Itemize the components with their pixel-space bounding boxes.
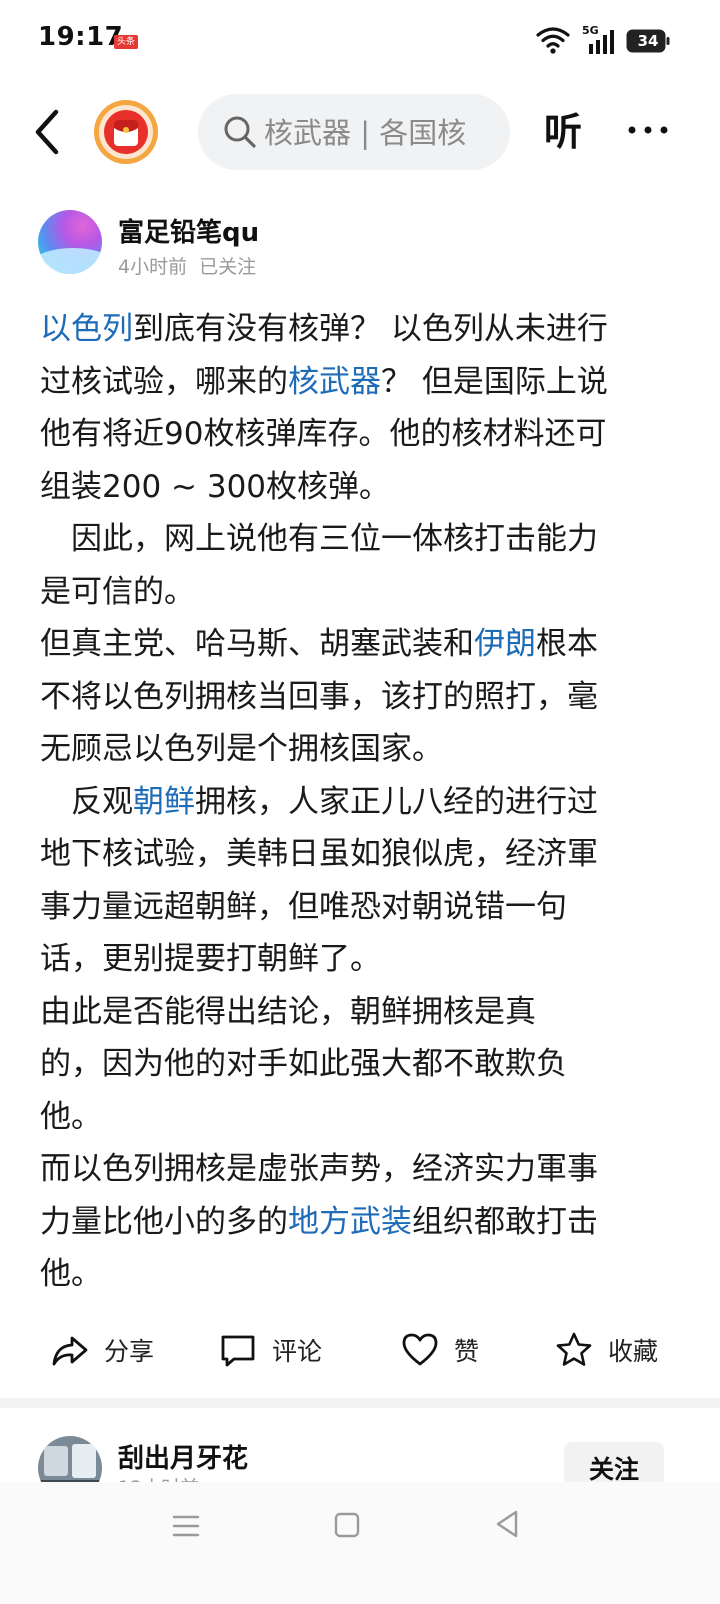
article-line: 力量比他小的多的地方武装组织都敢打击 [40, 1196, 680, 1249]
article-text: 组织都敢打击 [412, 1203, 598, 1240]
article-text: 过核试验，哪来的 [40, 363, 288, 400]
article-text: 无顾忌以色列是个拥核国家。 [40, 731, 443, 767]
listen-button[interactable]: 听 [544, 106, 582, 158]
article-line: 地下核试验，美韩日虽如狼似虎，经济軍 [40, 828, 680, 881]
author-meta: 4小时前 已关注 [118, 252, 268, 279]
article-text: 的，因为他的对手如此强大都不敢欺负 [40, 1046, 567, 1082]
article-text: 地下核试验，美韩日虽如狼似虎，经济軍 [40, 836, 598, 872]
article-line: 但真主党、哈马斯、胡塞武装和伊朗根本 [40, 618, 680, 671]
recent-apps-icon[interactable] [170, 1510, 202, 1542]
system-nav-bar [0, 1482, 720, 1604]
app-logo-icon[interactable] [92, 98, 160, 166]
article-keyword-link[interactable]: 核武器 [288, 364, 381, 400]
article-text: 但真主党、哈马斯、胡塞武装和 [40, 626, 474, 662]
article-text: 由此是否能得出结论，朝鲜拥核是真 [40, 993, 536, 1030]
article-text: 到底有没有核弹？ 以色列从未进行 [133, 311, 608, 347]
article-line: 他有将近90枚核弹库存。他的核材料还可 [40, 408, 680, 461]
article-text: 组装200 ~ 300枚核弹。 [40, 468, 391, 505]
article-line: 他。 [40, 1248, 680, 1301]
post-time: 4小时前 [118, 256, 188, 278]
article-text: 事力量远超朝鲜，但唯恐对朝说错一句 [40, 888, 567, 925]
share-button[interactable]: 分享 [50, 1318, 154, 1382]
article-line: 是可信的。 [40, 566, 680, 619]
like-label: 赞 [454, 1337, 480, 1366]
battery-level: 34 [637, 32, 659, 50]
share-label: 分享 [104, 1337, 155, 1366]
article-text: 因此，网上说他有三位一体核打击能力 [40, 521, 598, 557]
article-line: 话，更别提要打朝鲜了。 [40, 933, 680, 986]
article-text: 力量比他小的多的 [40, 1203, 288, 1240]
article-line: 而以色列拥核是虚张声势，经济实力軍事 [40, 1143, 680, 1196]
article-text: 不将以色列拥核当回事，该打的照打，毫 [40, 678, 598, 715]
home-icon[interactable] [332, 1510, 362, 1540]
article-body: 以色列到底有没有核弹？ 以色列从未进行 过核试验，哪来的核武器？ 但是国际上说 他有… [40, 303, 680, 1301]
article-keyword-link[interactable]: 以色列 [40, 311, 133, 347]
article-line: 无顾忌以色列是个拥核国家。 [40, 723, 680, 776]
article-line: 过核试验，哪来的核武器？ 但是国际上说 [40, 356, 680, 409]
like-button[interactable]: 赞 [400, 1318, 479, 1382]
favorite-button[interactable]: 收藏 [554, 1318, 658, 1382]
article-line: 因此，网上说他有三位一体核打击能力 [40, 513, 680, 566]
comment-icon [221, 1335, 255, 1367]
article-line: 组装200 ~ 300枚核弹。 [40, 461, 680, 514]
article-text: 他。 [40, 1256, 102, 1292]
article-keyword-link[interactable]: 地方武装 [288, 1204, 412, 1240]
app-notification-badge: 头条 [114, 35, 139, 49]
follow-status: 已关注 [199, 256, 257, 278]
article-text: ？ 但是国际上说 [381, 363, 608, 400]
back-arrow-icon[interactable] [28, 106, 68, 158]
wifi-icon [536, 27, 570, 54]
comment-label: 评论 [272, 1337, 323, 1366]
article-text: 是可信的。 [40, 573, 195, 610]
article-text: 而以色列拥核是虚张声势，经济实力軍事 [40, 1151, 598, 1187]
article-line: 由此是否能得出结论，朝鲜拥核是真 [40, 986, 680, 1039]
status-bar: 19:17 头条 5G 34 [0, 0, 720, 80]
article-text: 反观 [40, 783, 133, 820]
signal-icon [589, 30, 614, 54]
article-line: 以色列到底有没有核弹？ 以色列从未进行 [40, 303, 680, 356]
action-bar: 分享 评论 赞 收藏 [0, 1318, 720, 1382]
article-text: 话，更别提要打朝鲜了。 [40, 941, 381, 977]
article-text: 根本 [536, 626, 598, 662]
author-avatar[interactable] [38, 210, 102, 274]
article-line: 的，因为他的对手如此强大都不敢欺负 [40, 1038, 680, 1091]
star-icon [556, 1332, 592, 1366]
heart-icon [402, 1333, 438, 1366]
share-icon [52, 1336, 88, 1366]
article-text: 他。 [40, 1098, 102, 1135]
more-options-icon[interactable] [626, 118, 670, 142]
author-name[interactable]: 富足铅笔qu [118, 212, 259, 249]
search-icon [224, 116, 256, 148]
article-text: 拥核，人家正儿八经的进行过 [195, 783, 598, 820]
comment-button[interactable]: 评论 [218, 1318, 322, 1382]
favorite-label: 收藏 [608, 1337, 659, 1366]
next-post-author-name[interactable]: 刮出月牙花 [118, 1438, 248, 1475]
article-keyword-link[interactable]: 伊朗 [474, 626, 536, 662]
article-line: 事力量远超朝鲜，但唯恐对朝说错一句 [40, 881, 680, 934]
article-line: 不将以色列拥核当回事，该打的照打，毫 [40, 671, 680, 724]
article-line: 反观朝鲜拥核，人家正儿八经的进行过 [40, 776, 680, 829]
article-keyword-link[interactable]: 朝鲜 [133, 784, 195, 820]
article-line: 他。 [40, 1091, 680, 1144]
article-text: 他有将近90枚核弹库存。他的核材料还可 [40, 416, 607, 452]
nav-back-icon[interactable] [492, 1508, 522, 1540]
section-divider [0, 1398, 720, 1408]
status-time: 19:17 [38, 22, 124, 52]
search-input[interactable]: 核武器 | 各国核 [264, 110, 478, 156]
